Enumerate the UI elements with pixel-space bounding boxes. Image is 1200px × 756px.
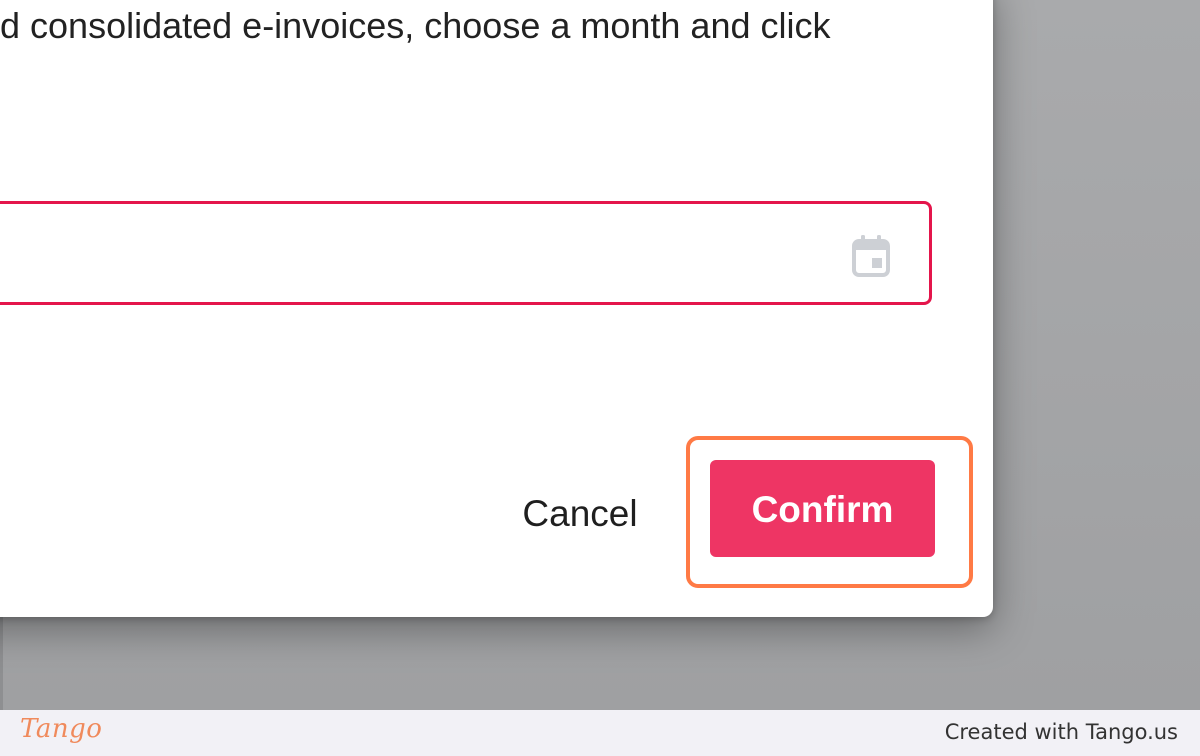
confirm-button[interactable]: Confirm [710,460,935,557]
app-viewport: d consolidated e-invoices, choose a mont… [0,0,1200,710]
consolidated-e-invoice-dialog: d consolidated e-invoices, choose a mont… [0,0,993,617]
tango-step-screenshot: d consolidated e-invoices, choose a mont… [0,0,1200,756]
cancel-button[interactable]: Cancel [510,485,650,541]
calendar-icon[interactable] [851,234,891,278]
tango-logo: Tango [20,714,103,744]
footer-credit: Created with Tango.us [944,720,1178,744]
dialog-description: d consolidated e-invoices, choose a mont… [0,5,831,46]
month-picker-input[interactable] [0,201,932,305]
tango-footer: Tango Created with Tango.us [0,710,1200,756]
